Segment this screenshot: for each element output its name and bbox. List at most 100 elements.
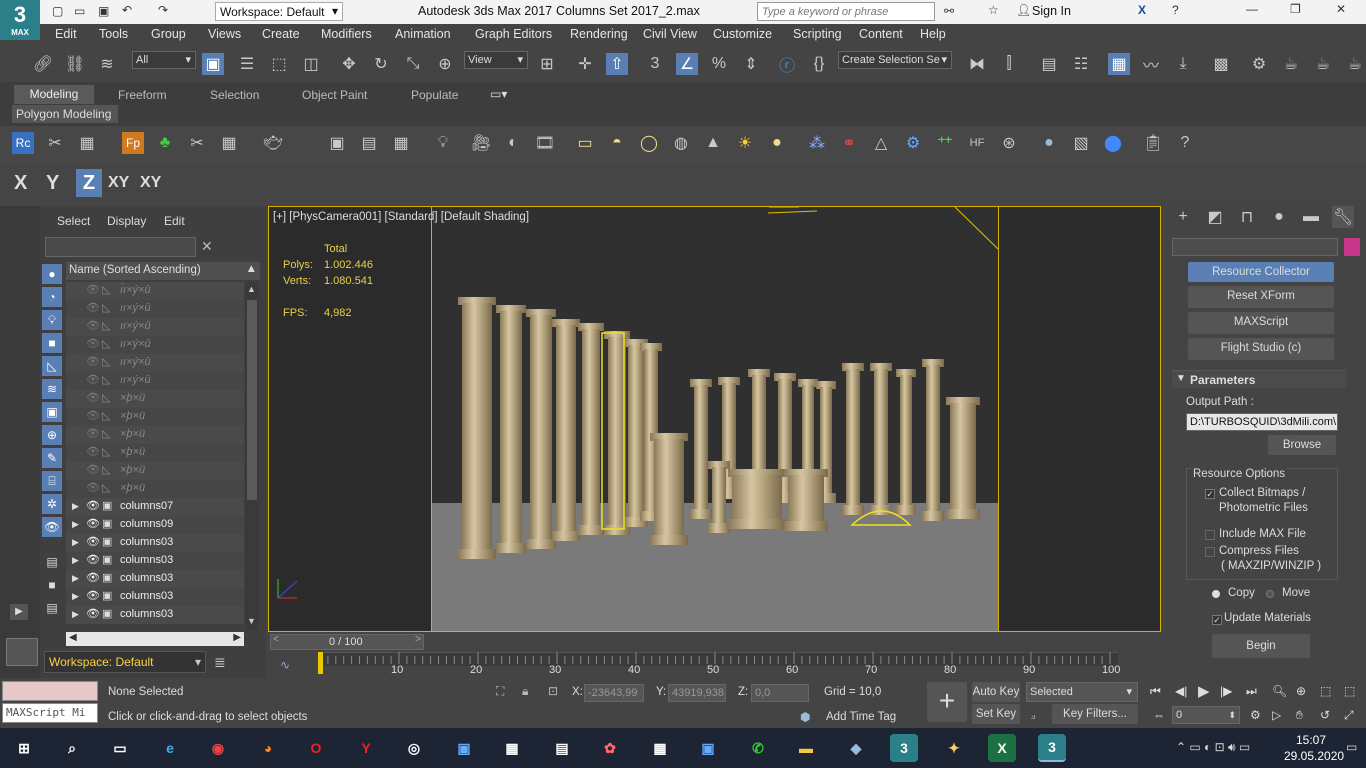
search-input[interactable]: Type a keyword or phrase — [757, 2, 935, 21]
edit-named-selection-icon[interactable]: ⓡ — [776, 53, 798, 75]
filter-bones-icon[interactable]: ✎ — [42, 448, 62, 468]
viewport-label[interactable]: [+] [PhysCamera001] [Standard] [Default … — [273, 211, 529, 223]
binoculars-icon[interactable]: ⚯ — [944, 4, 954, 18]
mirror-icon[interactable]: ⧓ — [966, 53, 988, 75]
maximize-button[interactable]: ❐ — [1290, 2, 1301, 16]
pyramid-icon[interactable]: △ — [870, 132, 892, 154]
tab-edit[interactable]: Edit — [164, 214, 185, 228]
move-radio[interactable] — [1266, 590, 1274, 598]
save-icon[interactable]: ▣ — [98, 4, 109, 18]
yandex-icon[interactable]: Y — [352, 734, 380, 762]
motion-tab-icon[interactable]: ● — [1268, 206, 1290, 228]
next-frame-icon[interactable]: |▶ — [1220, 684, 1232, 698]
parameters-rollout-header[interactable]: ▼ Parameters — [1172, 370, 1346, 388]
material-map-icon[interactable]: ▧ — [1070, 132, 1092, 154]
angle-snap-icon[interactable]: ∠ — [676, 53, 698, 75]
visibility-eye-icon[interactable]: 👁︎ — [86, 301, 100, 314]
expand-arrow-icon[interactable]: ▶ — [72, 537, 79, 548]
tab-object-paint[interactable]: Object Paint — [302, 88, 367, 102]
tab-populate[interactable]: Populate — [411, 88, 458, 102]
reference-coordinate-dropdown[interactable]: View ▾ — [464, 51, 528, 69]
visibility-eye-icon[interactable]: 👁︎ — [86, 445, 100, 458]
spinner-snap-icon[interactable]: ⇕ — [740, 53, 762, 75]
bind-spacewarp-icon[interactable]: ≋ — [96, 53, 118, 75]
list-item[interactable]: 👁︎ ◺ ×þ×ü — [66, 408, 244, 426]
tree-icon[interactable]: ♣ — [154, 132, 176, 154]
create-selection-set-dropdown[interactable]: Create Selection Se ▾ — [838, 51, 952, 69]
visibility-eye-icon[interactable]: 👁︎ — [86, 517, 100, 530]
teapot-icon[interactable]: 🫖︎ — [262, 132, 284, 154]
opera-icon[interactable]: O — [302, 734, 330, 762]
camera-icon[interactable]: 🎥︎ — [470, 132, 492, 154]
viewport[interactable]: [+] [PhysCamera001] [Standard] [Default … — [268, 206, 1161, 632]
menu-animation[interactable]: Animation — [395, 27, 451, 41]
select-by-name-icon[interactable]: ☰ — [236, 53, 258, 75]
workspace-selector[interactable]: Workspace: Default ▾ — [44, 651, 206, 673]
paint-app-icon[interactable]: ✿ — [596, 734, 624, 762]
auto-key-button[interactable]: Auto Key — [972, 682, 1020, 702]
filter-all-icon[interactable]: ▤ — [42, 552, 62, 572]
render-production-icon[interactable]: ☕︎ — [1312, 53, 1334, 75]
begin-button[interactable]: Begin — [1212, 634, 1310, 658]
key-tangents-icon[interactable]: ⟓ — [1030, 708, 1036, 723]
menu-views[interactable]: Views — [208, 27, 241, 41]
expand-panel-icon[interactable]: ▶ — [10, 604, 28, 620]
sphere-icon[interactable]: ◯ — [638, 132, 660, 154]
fp-icon[interactable]: Fp — [122, 132, 144, 154]
select-object-icon[interactable]: ▣ — [202, 53, 224, 75]
time-config-icon[interactable]: ⚙ — [1250, 708, 1261, 722]
filter-geometry-icon[interactable]: ● — [42, 264, 62, 284]
filter-groups-icon[interactable]: ▣ — [42, 402, 62, 422]
image-icon[interactable]: ▣ — [326, 132, 348, 154]
ie-icon[interactable]: e — [156, 734, 184, 762]
named-selection-icon[interactable]: {} — [808, 53, 830, 75]
list-item[interactable]: 👁︎ ◺ ×þ×ü — [66, 390, 244, 408]
visibility-eye-icon[interactable]: 👁︎ — [86, 409, 100, 422]
workspace-dropdown[interactable]: Workspace: Default ▾ — [215, 2, 343, 21]
file-explorer-icon[interactable]: ▬ — [792, 734, 820, 762]
visibility-eye-icon[interactable]: 👁︎ — [86, 553, 100, 566]
orbit-icon[interactable]: ▷ — [1272, 708, 1281, 722]
menu-scripting[interactable]: Scripting — [793, 27, 842, 41]
object-name-input[interactable] — [1172, 238, 1338, 256]
filter-spacewarps-icon[interactable]: ≋ — [42, 379, 62, 399]
visibility-eye-icon[interactable]: 👁︎ — [86, 499, 100, 512]
object-color-swatch[interactable] — [1344, 238, 1360, 256]
firefox-icon[interactable]: ◕ — [254, 734, 282, 762]
resource-collector-button[interactable]: Resource Collector — [1188, 262, 1334, 282]
pivot-center-icon[interactable]: ⊞ — [536, 53, 558, 75]
prev-frame-icon[interactable]: ◀| — [1175, 684, 1187, 698]
scene-hscrollbar[interactable]: ◀ ▶ — [66, 632, 244, 646]
filter-none-icon[interactable]: ■ — [42, 575, 62, 595]
filter-invert-icon[interactable]: ▤ — [42, 598, 62, 618]
grass-icon[interactable]: ⺿ — [934, 132, 956, 154]
remote-app-icon[interactable]: ▣ — [694, 734, 722, 762]
visibility-eye-icon[interactable]: 👁︎ — [86, 463, 100, 476]
filter-frozen-icon[interactable]: ✲ — [42, 494, 62, 514]
y-coord-input[interactable]: 43919,938 — [668, 684, 726, 702]
axis-xy-cycle-button[interactable]: XY — [140, 174, 161, 192]
ribbon-toggle-icon[interactable]: ☷ — [1070, 53, 1092, 75]
film-icon[interactable]: 🎞︎ — [534, 132, 556, 154]
minimize-button[interactable]: — — [1246, 2, 1258, 16]
browse-button[interactable]: Browse — [1268, 435, 1336, 455]
placement-icon[interactable]: ⊕ — [434, 53, 456, 75]
tab-display[interactable]: Display — [107, 214, 146, 228]
scene-list-scrollbar[interactable]: ▲ ▼ — [245, 282, 259, 630]
hair-fur-icon[interactable]: HF — [966, 132, 988, 154]
render-frame-icon[interactable]: ☕︎ — [1280, 53, 1302, 75]
display-tab-icon[interactable]: ▬ — [1300, 206, 1322, 228]
list-item[interactable]: 👁︎ ◺ ×þ×ü — [66, 444, 244, 462]
viewport-thumbnail[interactable] — [6, 638, 38, 666]
gear-blue-icon[interactable]: ⚙ — [902, 132, 924, 154]
sketch-app-icon[interactable]: ◆ — [842, 734, 870, 762]
compress-files-checkbox[interactable] — [1205, 547, 1215, 557]
axis-z-button[interactable]: Z — [76, 169, 102, 197]
table-icon[interactable]: ▦ — [76, 132, 98, 154]
reset-xform-button[interactable]: Reset XForm — [1188, 286, 1334, 308]
filter-shapes-icon[interactable]: ◔ — [42, 287, 62, 307]
key-filters-button[interactable]: Key Filters... — [1052, 704, 1138, 724]
visibility-eye-icon[interactable]: 👁︎ — [86, 319, 100, 332]
scale-icon[interactable]: ⤡ — [402, 53, 424, 75]
obs-icon[interactable]: ◎ — [400, 734, 428, 762]
